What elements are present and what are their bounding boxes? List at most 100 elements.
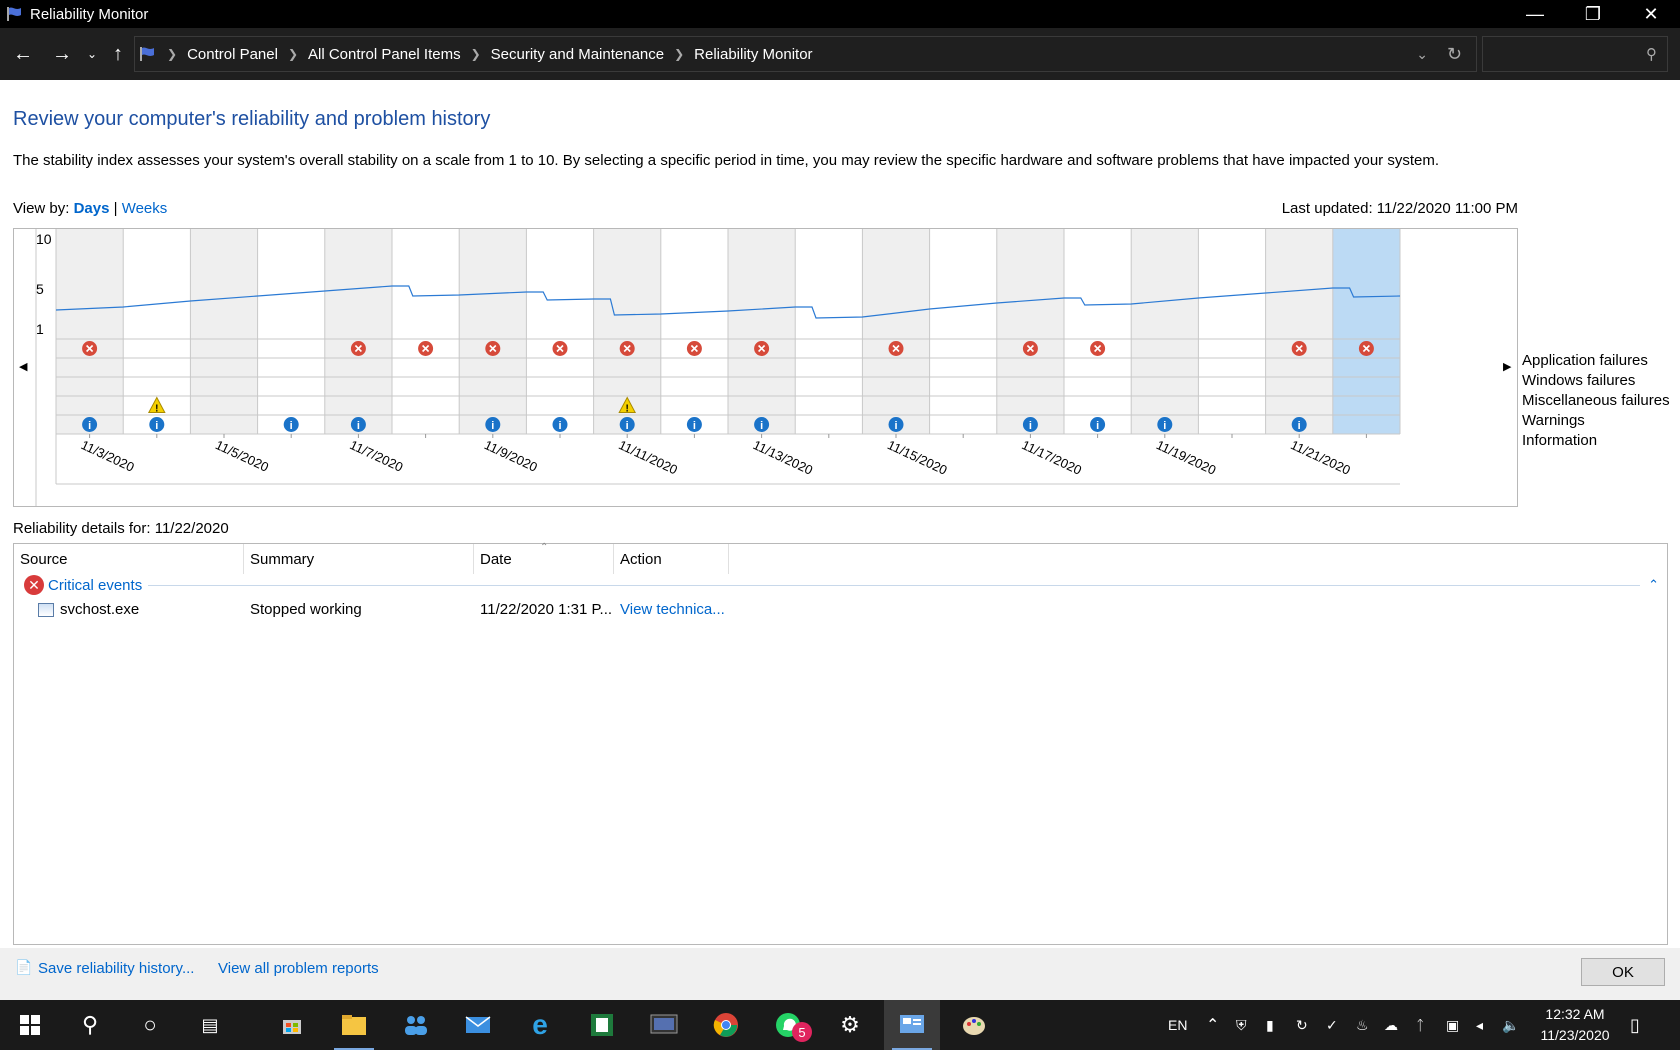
location-flag-icon bbox=[140, 47, 154, 61]
breadcrumb-security-maintenance[interactable]: Security and Maintenance bbox=[491, 46, 664, 63]
view-problem-reports-link[interactable]: View all problem reports bbox=[218, 960, 379, 977]
show-hidden-icons-chevron-icon[interactable]: ⌃ bbox=[1206, 1000, 1219, 1050]
whatsapp-icon[interactable]: 5 bbox=[760, 1000, 816, 1050]
view-separator: | bbox=[113, 200, 118, 217]
solitaire-icon[interactable] bbox=[574, 1000, 630, 1050]
view-days-link[interactable]: Days bbox=[74, 200, 110, 217]
breadcrumb-control-panel[interactable]: Control Panel bbox=[187, 46, 278, 63]
onedrive-cloud-icon[interactable]: ☁ bbox=[1384, 1000, 1398, 1050]
info-mark: i bbox=[88, 420, 91, 432]
information-icon: i bbox=[1090, 417, 1106, 432]
breadcrumb-reliability-monitor[interactable]: Reliability Monitor bbox=[694, 46, 812, 63]
close-button[interactable]: ✕ bbox=[1622, 0, 1680, 28]
action-center-icon[interactable]: ▯ bbox=[1630, 1000, 1640, 1050]
store-icon[interactable] bbox=[264, 1000, 320, 1050]
information-icon: i bbox=[149, 417, 165, 432]
column-divider[interactable] bbox=[613, 544, 614, 574]
chrome-icon[interactable] bbox=[698, 1000, 754, 1050]
refresh-icon[interactable]: ↻ bbox=[1447, 44, 1462, 65]
warning-mark: ! bbox=[626, 404, 629, 415]
table-row[interactable]: svchost.exe Stopped working 11/22/2020 1… bbox=[14, 597, 1667, 623]
legend-application-failures: Application failures bbox=[1522, 352, 1648, 369]
chevron-right-icon: ❯ bbox=[167, 47, 178, 61]
ok-button[interactable]: OK bbox=[1581, 958, 1665, 986]
alert-tray-icon[interactable]: ◂ bbox=[1476, 1000, 1483, 1050]
legend-misc-failures: Miscellaneous failures bbox=[1522, 392, 1670, 409]
error-icon bbox=[82, 341, 98, 356]
column-header-action[interactable]: Action bbox=[620, 551, 662, 568]
info-mark: i bbox=[894, 420, 897, 432]
search-icon[interactable]: ⚲ bbox=[1646, 45, 1657, 63]
critical-events-group[interactable]: ✕ Critical events ⌃ bbox=[24, 572, 1659, 598]
reliability-chart[interactable]: 10 5 1! ! i i i i i i i i i i i i i i 11/3/2020 11/5/2020 11… bbox=[14, 229, 1517, 506]
column-header-summary[interactable]: Summary bbox=[250, 551, 314, 568]
people-icon[interactable] bbox=[388, 1000, 444, 1050]
address-bar[interactable]: ❯ Control Panel ❯ All Control Panel Item… bbox=[134, 36, 1477, 72]
security-shield-icon[interactable]: ⛨ bbox=[1236, 1000, 1247, 1050]
group-divider bbox=[148, 584, 1641, 586]
internet-explorer-icon[interactable]: e bbox=[512, 1000, 568, 1050]
address-dropdown-icon[interactable]: ⌄ bbox=[1416, 46, 1428, 63]
mail-icon[interactable] bbox=[450, 1000, 506, 1050]
column-divider[interactable] bbox=[728, 544, 729, 574]
scroll-right-arrow-icon[interactable]: ▶ bbox=[1503, 360, 1511, 373]
x-tick-label: 11/3/2020 bbox=[79, 437, 137, 475]
windows-start-icon[interactable] bbox=[2, 1000, 58, 1050]
control-panel-icon[interactable] bbox=[884, 1000, 940, 1050]
restore-button[interactable]: ❐ bbox=[1564, 0, 1622, 28]
taskbar-clock[interactable]: 12:32 AM 11/23/2020 bbox=[1530, 1004, 1620, 1046]
forward-arrow-icon[interactable]: → bbox=[50, 42, 74, 66]
volume-icon[interactable]: 🔈 bbox=[1502, 1000, 1519, 1050]
network-icon[interactable]: ▣ bbox=[1446, 1000, 1459, 1050]
error-icon bbox=[552, 341, 568, 356]
day-column bbox=[1332, 229, 1400, 434]
info-mark: i bbox=[491, 420, 494, 432]
search-icon[interactable]: ⚲ bbox=[62, 1000, 118, 1050]
sync-icon[interactable]: ↻ bbox=[1296, 1000, 1308, 1050]
up-arrow-icon[interactable]: ↑ bbox=[106, 42, 130, 66]
cortana-icon[interactable]: ○ bbox=[122, 1000, 178, 1050]
information-icon: i bbox=[485, 417, 501, 432]
day-column bbox=[728, 229, 796, 434]
information-icon: i bbox=[686, 417, 702, 432]
error-icon bbox=[1022, 341, 1038, 356]
view-weeks-link[interactable]: Weeks bbox=[122, 200, 168, 217]
bluetooth-icon[interactable]: ᛏ bbox=[1416, 1000, 1424, 1050]
row-date: 11/22/2020 1:31 P... bbox=[480, 601, 613, 618]
paint-icon[interactable] bbox=[946, 1000, 1002, 1050]
error-icon bbox=[418, 341, 434, 356]
column-divider[interactable] bbox=[243, 544, 244, 574]
view-by-selector: View by: Days | Weeks bbox=[13, 200, 167, 217]
information-icon: i bbox=[283, 417, 299, 432]
save-reliability-history-link[interactable]: Save reliability history... bbox=[38, 960, 194, 977]
breadcrumb-all-items[interactable]: All Control Panel Items bbox=[308, 46, 461, 63]
language-indicator[interactable]: EN bbox=[1168, 1000, 1187, 1050]
column-header-date[interactable]: Date bbox=[480, 551, 512, 568]
collapse-chevron-icon[interactable]: ⌃ bbox=[1648, 577, 1659, 593]
view-technical-details-link[interactable]: View technica... bbox=[620, 601, 725, 618]
info-mark: i bbox=[1096, 420, 1099, 432]
y-tick-label: 5 bbox=[36, 281, 44, 297]
column-header-source[interactable]: Source bbox=[20, 551, 68, 568]
screen-capture-icon[interactable] bbox=[636, 1000, 692, 1050]
scroll-left-arrow-icon[interactable]: ◀ bbox=[19, 360, 27, 373]
info-mark: i bbox=[155, 420, 158, 432]
info-mark: i bbox=[760, 420, 763, 432]
recent-locations-chevron-icon[interactable]: ⌄ bbox=[80, 42, 104, 66]
column-divider[interactable] bbox=[473, 544, 474, 574]
x-tick-label: 11/11/2020 bbox=[616, 437, 680, 477]
file-explorer-icon[interactable] bbox=[326, 1000, 382, 1050]
minimize-button[interactable]: — bbox=[1506, 0, 1564, 28]
checkmark-app-icon[interactable]: ✓ bbox=[1326, 1000, 1338, 1050]
usb-drive-icon[interactable]: ▮ bbox=[1266, 1000, 1274, 1050]
app-tray-icon[interactable]: ♨ bbox=[1356, 1000, 1369, 1050]
settings-gear-icon[interactable]: ⚙ bbox=[822, 1000, 878, 1050]
task-view-icon[interactable]: ▤ bbox=[182, 1000, 238, 1050]
back-arrow-icon[interactable]: ← bbox=[11, 42, 35, 66]
day-column bbox=[1198, 229, 1266, 434]
info-mark: i bbox=[1163, 420, 1166, 432]
search-input[interactable]: ⚲ bbox=[1482, 36, 1668, 72]
day-column bbox=[1265, 229, 1333, 434]
day-column bbox=[929, 229, 997, 434]
info-mark: i bbox=[693, 420, 696, 432]
